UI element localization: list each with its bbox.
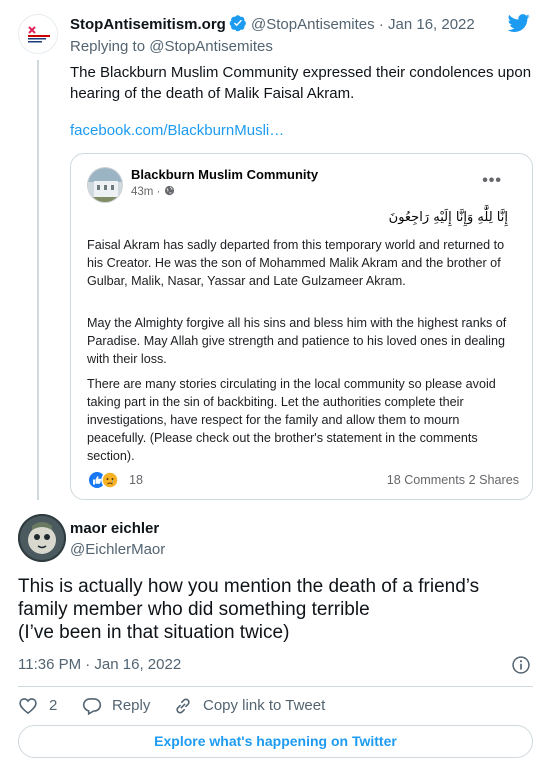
divider bbox=[18, 686, 533, 687]
verified-badge-icon bbox=[229, 15, 246, 32]
reply-bubble-icon bbox=[82, 698, 102, 716]
twitter-bird-icon[interactable] bbox=[506, 12, 532, 34]
tweet-text-line: (I’ve been in that situation twice) bbox=[18, 622, 290, 643]
facebook-post-card[interactable]: Blackburn Muslim Community 43m · ••• إِن… bbox=[70, 153, 533, 500]
fb-comments-shares[interactable]: 18 Comments 2 Shares bbox=[387, 473, 519, 487]
header-separator: · bbox=[378, 16, 384, 33]
copy-link-label: Copy link to Tweet bbox=[203, 697, 326, 714]
profile-photo-icon bbox=[18, 514, 66, 562]
stopantisemitism-logo-icon bbox=[19, 15, 57, 53]
replying-to-prefix: Replying to bbox=[70, 38, 146, 55]
link-icon bbox=[176, 698, 190, 714]
fb-more-menu-icon[interactable]: ••• bbox=[482, 172, 502, 190]
fb-arabic-line: إِنَّا لِلَّٰهِ وَإِنَّا إِلَيْهِ رَاجِع… bbox=[388, 210, 508, 225]
parent-display-name[interactable]: StopAntisemitism.org bbox=[70, 16, 226, 33]
replying-to: Replying to @StopAntisemites bbox=[70, 38, 273, 55]
facebook-link[interactable]: facebook.com/BlackburnMusli… bbox=[70, 122, 284, 139]
main-handle[interactable]: @EichlerMaor bbox=[70, 541, 165, 558]
main-tweet-text: This is actually how you mention the dea… bbox=[18, 575, 533, 644]
heart-icon bbox=[19, 698, 37, 715]
globe-icon bbox=[164, 185, 174, 196]
fb-paragraph: May the Almighty forgive all his sins an… bbox=[87, 316, 507, 366]
tweet-text-line: This is actually how you mention the dea… bbox=[18, 576, 480, 597]
replying-to-handle[interactable]: @StopAntisemites bbox=[149, 38, 273, 55]
like-count: 2 bbox=[49, 697, 58, 714]
fb-page-name[interactable]: Blackburn Muslim Community bbox=[131, 167, 318, 182]
like-sad-reactions-icon[interactable] bbox=[87, 470, 127, 490]
parent-handle[interactable]: @StopAntisemites bbox=[251, 16, 375, 33]
parent-tweet-text: The Blackburn Muslim Community expressed… bbox=[70, 64, 532, 102]
fb-paragraph: Faisal Akram has sadly departed from thi… bbox=[87, 238, 505, 288]
tweet-text-line: family member who did something terrible bbox=[18, 599, 370, 620]
fb-page-avatar[interactable] bbox=[87, 167, 123, 203]
reply-label: Reply bbox=[112, 697, 151, 714]
info-icon[interactable] bbox=[511, 655, 531, 675]
main-display-name[interactable]: maor eichler bbox=[70, 520, 159, 537]
thread-line bbox=[37, 60, 39, 500]
fb-time-text: 43m · bbox=[131, 186, 161, 198]
parent-date[interactable]: Jan 16, 2022 bbox=[388, 16, 475, 33]
reaction-count: 18 bbox=[129, 473, 144, 487]
mosque-building-icon bbox=[88, 168, 122, 202]
maor-eichler-avatar[interactable] bbox=[18, 514, 66, 562]
tweet-timestamp[interactable]: 11:36 PM · Jan 16, 2022 bbox=[18, 656, 181, 673]
fb-paragraph: There are many stories circulating in th… bbox=[87, 377, 496, 463]
explore-twitter-button[interactable]: Explore what's happening on Twitter bbox=[18, 725, 533, 758]
parent-tweet-header: StopAntisemitism.org @StopAntisemites · … bbox=[70, 14, 475, 35]
stopantisemitism-avatar[interactable] bbox=[18, 14, 58, 54]
fb-post-footer: 18 18 Comments 2 Shares bbox=[87, 470, 519, 490]
fb-post-time: 43m · bbox=[131, 185, 175, 198]
